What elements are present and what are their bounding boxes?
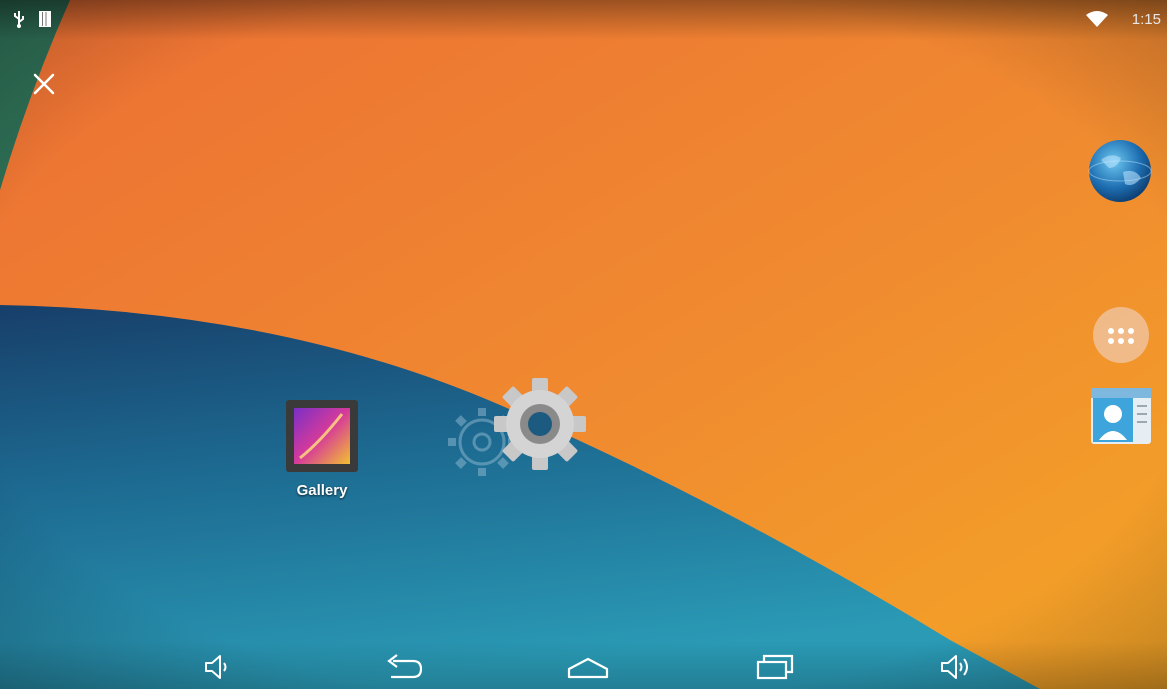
close-icon[interactable] — [30, 70, 58, 98]
wifi-icon — [1086, 11, 1108, 27]
volume-down-icon — [205, 655, 227, 679]
battery-icon — [39, 11, 51, 27]
usb-icon — [14, 11, 24, 28]
home-button[interactable] — [562, 649, 614, 685]
navigation-bar — [0, 641, 1167, 689]
contacts-icon[interactable] — [1089, 384, 1153, 446]
recents-button[interactable] — [748, 649, 800, 685]
gallery-icon — [286, 400, 358, 472]
back-button[interactable] — [377, 649, 429, 685]
settings-gear-icon[interactable] — [440, 372, 590, 490]
back-icon — [387, 654, 423, 679]
gallery-app[interactable]: Gallery — [276, 398, 368, 516]
clock: 1:15 — [1131, 11, 1161, 28]
all-apps-icon[interactable] — [1092, 306, 1150, 364]
browser-globe-icon[interactable] — [1087, 138, 1153, 204]
wallpaper — [0, 0, 1167, 689]
volume-down-button[interactable] — [191, 649, 243, 685]
recents-icon — [756, 654, 794, 680]
status-bar: 1:15 — [0, 0, 1167, 40]
home-icon — [567, 657, 609, 679]
volume-up-icon — [941, 655, 968, 679]
gallery-label: Gallery — [296, 482, 348, 499]
volume-up-button[interactable] — [930, 649, 982, 685]
